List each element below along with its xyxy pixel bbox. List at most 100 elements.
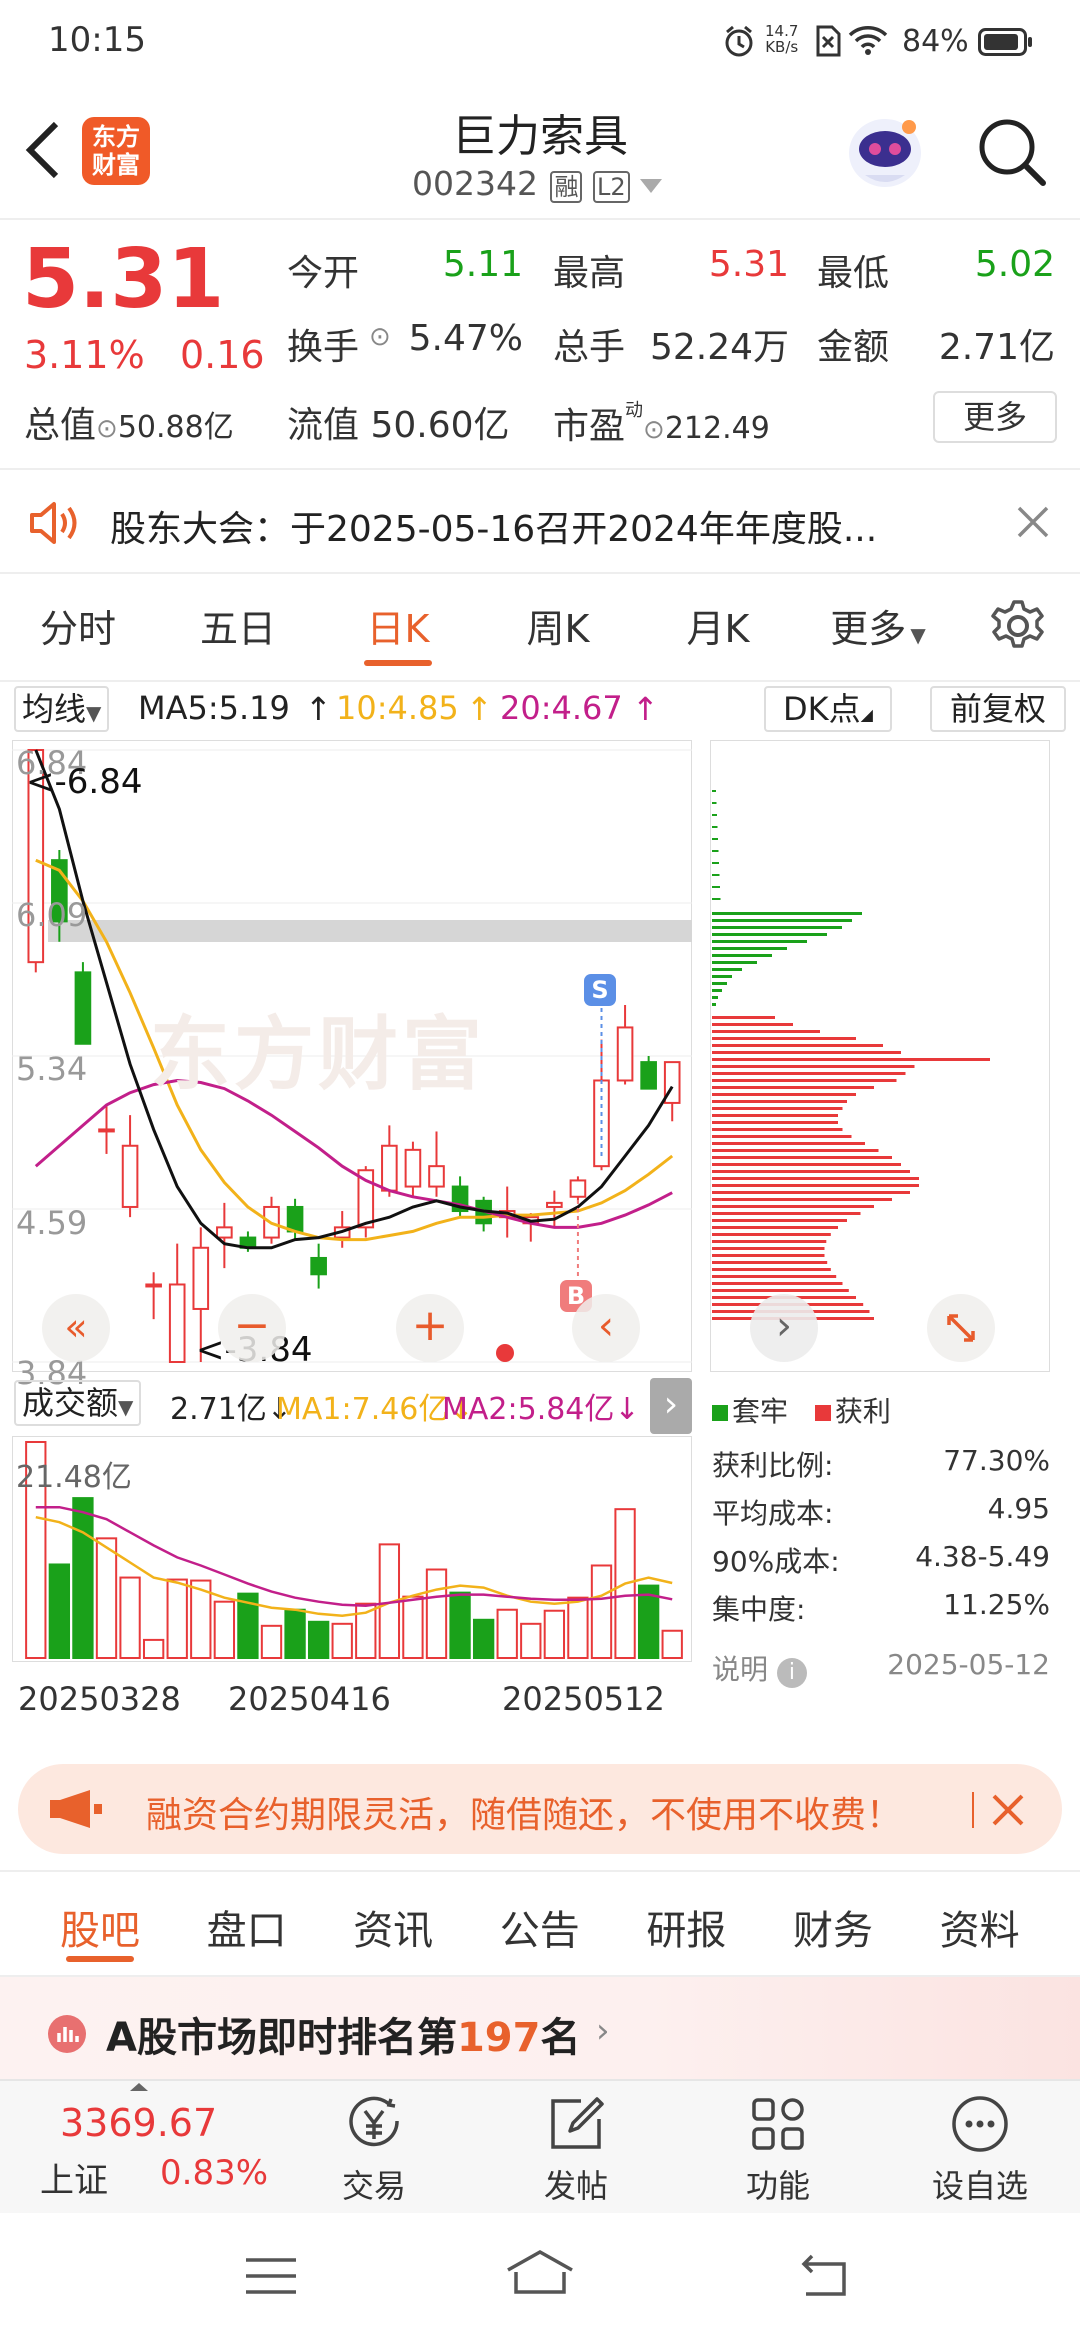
chip-bar-red bbox=[712, 1198, 892, 1201]
grid-icon bbox=[752, 2098, 804, 2150]
candle-body bbox=[404, 1148, 422, 1188]
volume-expand-button[interactable]: › bbox=[650, 1378, 692, 1434]
volume-ma2: MA2:5.84亿↓ bbox=[442, 1392, 640, 1427]
bottom-tab-1[interactable]: 股吧 bbox=[30, 1898, 170, 1956]
fq-button[interactable]: 前复权 bbox=[930, 686, 1066, 732]
chip-bar-green bbox=[712, 947, 787, 950]
chip-bar-green bbox=[712, 996, 718, 999]
page-indicator-dot bbox=[496, 1344, 514, 1362]
chip-bar-green bbox=[712, 802, 717, 804]
tab-3[interactable]: 日K bbox=[328, 598, 468, 653]
tab-label: 五日 bbox=[199, 607, 276, 651]
home-icon[interactable] bbox=[504, 2248, 576, 2296]
volume-bar bbox=[661, 1629, 683, 1659]
chip-stat-value: 4.38-5.49 bbox=[915, 1540, 1050, 1573]
chip-bar-green bbox=[712, 982, 727, 985]
zoom-in-button[interactable]: + bbox=[396, 1294, 464, 1362]
chip-stat-label: 90%成本: bbox=[712, 1545, 840, 1578]
chip-bar-red bbox=[712, 1212, 861, 1215]
close-icon[interactable] bbox=[1015, 504, 1051, 540]
index-value: 3369.67 bbox=[60, 2101, 218, 2145]
bottom-tab-2[interactable]: 盘口 bbox=[177, 1898, 317, 1956]
chip-bar-red bbox=[712, 1023, 793, 1026]
bottom-tab-7[interactable]: 资料 bbox=[910, 1898, 1050, 1956]
tab-5[interactable]: 月K bbox=[648, 598, 788, 653]
chip-bar-red bbox=[712, 1121, 838, 1124]
info-icon[interactable]: ⊙ bbox=[96, 414, 118, 444]
more-button[interactable]: 更多 bbox=[933, 391, 1057, 443]
volume-bar bbox=[567, 1596, 589, 1660]
volume-bar bbox=[331, 1622, 353, 1660]
search-icon[interactable] bbox=[975, 115, 1051, 191]
dropdown-arrow-icon: ▼ bbox=[910, 623, 926, 647]
stock-code-row[interactable]: 002342 融 L2 bbox=[412, 164, 663, 203]
chip-legend: 套牢 获利 bbox=[712, 1390, 891, 1430]
promo-banner[interactable]: 融资合约期限灵活，随借随还，不使用不收费！ bbox=[18, 1764, 1062, 1854]
bottom-tab-6[interactable]: 财务 bbox=[763, 1898, 903, 1956]
ma5-value: MA5:5.19 bbox=[138, 689, 290, 727]
tab-6[interactable]: 更多 ▼ bbox=[808, 598, 948, 653]
zoom-out-button[interactable]: − bbox=[218, 1294, 286, 1362]
volume-bar bbox=[449, 1591, 471, 1659]
bottom-tab-4[interactable]: 公告 bbox=[470, 1898, 610, 1956]
chip-bar-green bbox=[712, 1003, 716, 1006]
quote-value: 5.47% bbox=[408, 318, 523, 359]
change-percent: 3.11% bbox=[24, 333, 145, 377]
volume-max-label: 21.48亿 bbox=[16, 1460, 132, 1495]
quote-value: 5.11 bbox=[442, 244, 523, 285]
volume-selector[interactable]: 成交额▼ bbox=[14, 1380, 142, 1426]
volume-bar bbox=[425, 1568, 448, 1659]
tab-label: 周K bbox=[526, 607, 590, 651]
notice-text: 股东大会：于2025-05-16召开2024年年度股... bbox=[110, 509, 878, 550]
tab-4[interactable]: 周K bbox=[488, 598, 628, 653]
menu-icon[interactable] bbox=[244, 2256, 298, 2296]
ranking-bar[interactable]: A股市场即时排名第197名 › bbox=[0, 1977, 1080, 2079]
ma-selector[interactable]: 均线▼ bbox=[14, 686, 110, 732]
tab-1[interactable]: 分时 bbox=[8, 598, 148, 653]
chip-bar-green bbox=[712, 874, 720, 876]
index-name: 上证 bbox=[40, 2161, 108, 2201]
nav-add-watchlist[interactable]: 设自选 bbox=[910, 2079, 1050, 2213]
scroll-left-button[interactable]: ‹ bbox=[572, 1294, 640, 1362]
ma10-value: 10:4.85 bbox=[336, 689, 459, 727]
bottom-tab-3[interactable]: 资讯 bbox=[323, 1898, 463, 1956]
chip-bar-red bbox=[712, 1142, 865, 1145]
volume-bar bbox=[520, 1622, 542, 1660]
info-icon[interactable]: ⊙ bbox=[643, 415, 665, 445]
chip-bar-green bbox=[712, 850, 719, 852]
back-nav-icon[interactable] bbox=[794, 2252, 850, 2298]
nav-post[interactable]: 发帖 bbox=[516, 2079, 636, 2213]
nav-label: 发帖 bbox=[543, 2167, 608, 2205]
chip-bar-red bbox=[712, 1275, 837, 1278]
robot-avatar-icon[interactable] bbox=[845, 113, 925, 193]
bottom-tab-5[interactable]: 研报 bbox=[616, 1898, 756, 1956]
chip-bar-red bbox=[712, 1065, 915, 1068]
chip-explain[interactable]: 说明 i bbox=[712, 1648, 807, 1688]
dk-point-button[interactable]: DK点◢ bbox=[764, 686, 892, 732]
chip-bar-red bbox=[712, 1261, 828, 1264]
candle-body bbox=[616, 1026, 634, 1082]
total-value: 总值⊙50.88亿 bbox=[24, 405, 234, 446]
chip-date: 2025-05-12 bbox=[887, 1648, 1050, 1681]
nav-functions[interactable]: 功能 bbox=[718, 2079, 838, 2213]
chip-next-button[interactable]: › bbox=[750, 1294, 818, 1362]
nav-trade[interactable]: 交易 bbox=[314, 2079, 434, 2213]
date-label: 20250512 bbox=[502, 1680, 665, 1718]
chip-bar-red bbox=[712, 1016, 775, 1019]
expand-icon[interactable] bbox=[927, 1294, 995, 1362]
settings-gear-icon[interactable] bbox=[990, 598, 1046, 654]
close-icon[interactable] bbox=[990, 1792, 1026, 1828]
tab-2[interactable]: 五日 bbox=[168, 598, 308, 653]
chip-bar-red bbox=[712, 1289, 849, 1292]
chip-stat-value: 77.30% bbox=[943, 1444, 1050, 1477]
candle-body bbox=[98, 1128, 115, 1133]
s-badge[interactable]: S bbox=[584, 974, 616, 1006]
chip-chart[interactable] bbox=[710, 740, 1050, 1372]
date-label: 20250328 bbox=[18, 1680, 181, 1718]
index-widget[interactable]: 3369.67 上证 0.83% bbox=[0, 2079, 300, 2213]
chip-bar-red bbox=[712, 1079, 897, 1082]
chip-bar-green bbox=[712, 826, 718, 828]
zoom-left-button[interactable]: « bbox=[42, 1294, 110, 1362]
notice-bar[interactable]: 股东大会：于2025-05-16召开2024年年度股... bbox=[0, 468, 1080, 574]
chip-bar-green bbox=[712, 926, 842, 929]
